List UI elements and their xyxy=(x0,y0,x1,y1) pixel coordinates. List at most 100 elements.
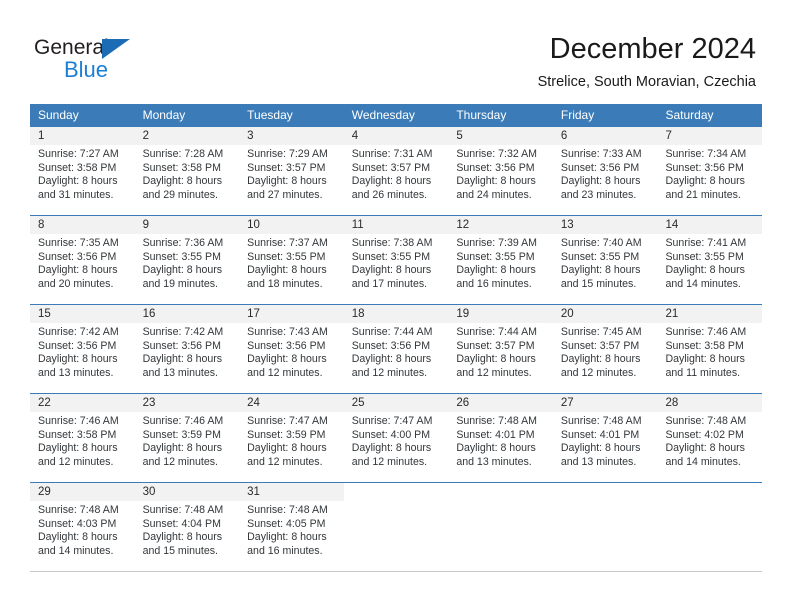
day-cell[interactable]: 1 Sunrise: 7:27 AM Sunset: 3:58 PM Dayli… xyxy=(30,127,135,215)
day-info: Sunrise: 7:48 AM Sunset: 4:05 PM Dayligh… xyxy=(239,501,344,571)
daylight-line1: Daylight: 8 hours xyxy=(351,175,432,188)
day-cell[interactable]: 27 Sunrise: 7:48 AM Sunset: 4:01 PM Dayl… xyxy=(552,394,658,482)
day-number: 9 xyxy=(134,216,240,234)
daylight-line1: Daylight: 8 hours xyxy=(38,264,118,277)
daylight-line1: Daylight: 8 hours xyxy=(247,442,327,455)
daylight-line1: Daylight: 8 hours xyxy=(456,442,536,455)
day-info: Sunrise: 7:47 AM Sunset: 4:00 PM Dayligh… xyxy=(344,412,449,482)
daylight-line1: Daylight: 8 hours xyxy=(560,442,641,455)
day-number xyxy=(552,483,658,501)
day-info: Sunrise: 7:41 AM Sunset: 3:55 PM Dayligh… xyxy=(657,234,762,304)
sunset-text: Sunset: 3:55 PM xyxy=(665,250,744,263)
daylight-line1: Daylight: 8 hours xyxy=(665,353,745,366)
sunset-text: Sunset: 3:55 PM xyxy=(142,250,221,263)
day-cell[interactable]: 2 Sunrise: 7:28 AM Sunset: 3:58 PM Dayli… xyxy=(134,127,240,215)
day-cell[interactable]: 11 Sunrise: 7:38 AM Sunset: 3:55 PM Dayl… xyxy=(343,216,449,304)
daylight-line2: and 12 minutes. xyxy=(247,455,323,468)
day-cell[interactable]: 30 Sunrise: 7:48 AM Sunset: 4:04 PM Dayl… xyxy=(134,483,240,571)
sunrise-text: Sunrise: 7:47 AM xyxy=(247,415,328,427)
daylight-line2: and 31 minutes. xyxy=(38,188,114,201)
day-cell[interactable]: 29 Sunrise: 7:48 AM Sunset: 4:03 PM Dayl… xyxy=(30,483,135,571)
daylight-line2: and 12 minutes. xyxy=(351,455,428,468)
sunrise-text: Sunrise: 7:37 AM xyxy=(247,237,328,249)
sunrise-text: Sunrise: 7:36 AM xyxy=(142,237,224,249)
day-info: Sunrise: 7:46 AM Sunset: 3:58 PM Dayligh… xyxy=(657,323,762,393)
sunrise-text: Sunrise: 7:46 AM xyxy=(665,326,747,338)
day-cell[interactable]: 23 Sunrise: 7:46 AM Sunset: 3:59 PM Dayl… xyxy=(134,394,240,482)
day-cell[interactable]: 14 Sunrise: 7:41 AM Sunset: 3:55 PM Dayl… xyxy=(657,216,763,304)
page-header: General Blue December 2024 Strelice, Sou… xyxy=(0,0,792,100)
day-cell[interactable]: 16 Sunrise: 7:42 AM Sunset: 3:56 PM Dayl… xyxy=(134,305,240,393)
day-number: 5 xyxy=(448,127,553,145)
day-number: 17 xyxy=(239,305,344,323)
daylight-line2: and 13 minutes. xyxy=(142,366,218,379)
sunrise-text: Sunrise: 7:40 AM xyxy=(560,237,642,249)
day-cell[interactable]: 19 Sunrise: 7:44 AM Sunset: 3:57 PM Dayl… xyxy=(448,305,553,393)
day-number: 14 xyxy=(657,216,763,234)
calendar-grid: Sunday Monday Tuesday Wednesday Thursday… xyxy=(30,104,763,572)
day-number: 6 xyxy=(552,127,658,145)
day-cell[interactable]: 18 Sunrise: 7:44 AM Sunset: 3:56 PM Dayl… xyxy=(343,305,449,393)
day-number: 16 xyxy=(134,305,240,323)
sunrise-text: Sunrise: 7:48 AM xyxy=(665,415,747,427)
day-info xyxy=(553,501,658,571)
daylight-line2: and 12 minutes. xyxy=(560,366,637,379)
day-cell[interactable]: 7 Sunrise: 7:34 AM Sunset: 3:56 PM Dayli… xyxy=(657,127,763,215)
daylight-line1: Daylight: 8 hours xyxy=(142,264,223,277)
day-cell[interactable]: 28 Sunrise: 7:48 AM Sunset: 4:02 PM Dayl… xyxy=(657,394,763,482)
day-number: 21 xyxy=(657,305,763,323)
day-cell[interactable]: 13 Sunrise: 7:40 AM Sunset: 3:55 PM Dayl… xyxy=(552,216,658,304)
sunset-text: Sunset: 3:59 PM xyxy=(142,428,221,441)
sunset-text: Sunset: 3:56 PM xyxy=(247,339,326,352)
daylight-line2: and 26 minutes. xyxy=(351,188,428,201)
sunrise-text: Sunrise: 7:29 AM xyxy=(247,148,328,160)
weekday-header-monday: Monday xyxy=(142,108,186,122)
sunrise-text: Sunrise: 7:44 AM xyxy=(351,326,433,338)
day-info: Sunrise: 7:42 AM Sunset: 3:56 PM Dayligh… xyxy=(135,323,240,393)
daylight-line1: Daylight: 8 hours xyxy=(247,531,327,544)
sunset-text: Sunset: 3:56 PM xyxy=(38,339,117,352)
day-cell[interactable]: 9 Sunrise: 7:36 AM Sunset: 3:55 PM Dayli… xyxy=(134,216,240,304)
day-number: 8 xyxy=(30,216,135,234)
day-info: Sunrise: 7:35 AM Sunset: 3:56 PM Dayligh… xyxy=(30,234,135,304)
daylight-line1: Daylight: 8 hours xyxy=(38,175,118,188)
day-cell[interactable]: 21 Sunrise: 7:46 AM Sunset: 3:58 PM Dayl… xyxy=(657,305,763,393)
day-cell[interactable]: 8 Sunrise: 7:35 AM Sunset: 3:56 PM Dayli… xyxy=(30,216,135,304)
weekday-header-tuesday: Tuesday xyxy=(247,108,293,122)
day-cell[interactable]: 24 Sunrise: 7:47 AM Sunset: 3:59 PM Dayl… xyxy=(239,394,344,482)
day-info: Sunrise: 7:48 AM Sunset: 4:04 PM Dayligh… xyxy=(135,501,240,571)
sunrise-text: Sunrise: 7:46 AM xyxy=(142,415,224,427)
logo-triangle-icon xyxy=(102,39,130,59)
day-info: Sunrise: 7:33 AM Sunset: 3:56 PM Dayligh… xyxy=(553,145,658,215)
daylight-line2: and 12 minutes. xyxy=(142,455,218,468)
daylight-line1: Daylight: 8 hours xyxy=(38,353,118,366)
day-cell[interactable]: 22 Sunrise: 7:46 AM Sunset: 3:58 PM Dayl… xyxy=(30,394,135,482)
day-info: Sunrise: 7:46 AM Sunset: 3:59 PM Dayligh… xyxy=(135,412,240,482)
day-cell[interactable]: 3 Sunrise: 7:29 AM Sunset: 3:57 PM Dayli… xyxy=(239,127,344,215)
sunset-text: Sunset: 3:56 PM xyxy=(560,161,640,174)
sunset-text: Sunset: 3:58 PM xyxy=(665,339,744,352)
day-cell[interactable]: 26 Sunrise: 7:48 AM Sunset: 4:01 PM Dayl… xyxy=(448,394,553,482)
day-cell[interactable]: 20 Sunrise: 7:45 AM Sunset: 3:57 PM Dayl… xyxy=(552,305,658,393)
day-number: 27 xyxy=(552,394,658,412)
day-cell[interactable]: 15 Sunrise: 7:42 AM Sunset: 3:56 PM Dayl… xyxy=(30,305,135,393)
day-number: 26 xyxy=(448,394,553,412)
daylight-line1: Daylight: 8 hours xyxy=(142,531,223,544)
day-number: 25 xyxy=(343,394,449,412)
day-cell[interactable]: 4 Sunrise: 7:31 AM Sunset: 3:57 PM Dayli… xyxy=(343,127,449,215)
day-cell-empty xyxy=(552,483,658,571)
day-cell[interactable]: 25 Sunrise: 7:47 AM Sunset: 4:00 PM Dayl… xyxy=(343,394,449,482)
day-cell[interactable]: 10 Sunrise: 7:37 AM Sunset: 3:55 PM Dayl… xyxy=(239,216,344,304)
daylight-line2: and 15 minutes. xyxy=(142,544,218,557)
daylight-line2: and 27 minutes. xyxy=(247,188,323,201)
day-cell[interactable]: 5 Sunrise: 7:32 AM Sunset: 3:56 PM Dayli… xyxy=(448,127,553,215)
day-number: 28 xyxy=(657,394,763,412)
day-cell[interactable]: 31 Sunrise: 7:48 AM Sunset: 4:05 PM Dayl… xyxy=(239,483,344,571)
daylight-line1: Daylight: 8 hours xyxy=(142,442,223,455)
daylight-line1: Daylight: 8 hours xyxy=(456,175,536,188)
day-cell[interactable]: 12 Sunrise: 7:39 AM Sunset: 3:55 PM Dayl… xyxy=(448,216,553,304)
day-cell[interactable]: 6 Sunrise: 7:33 AM Sunset: 3:56 PM Dayli… xyxy=(552,127,658,215)
day-cell[interactable]: 17 Sunrise: 7:43 AM Sunset: 3:56 PM Dayl… xyxy=(239,305,344,393)
sunset-text: Sunset: 3:58 PM xyxy=(38,161,117,174)
sunset-text: Sunset: 3:58 PM xyxy=(142,161,221,174)
